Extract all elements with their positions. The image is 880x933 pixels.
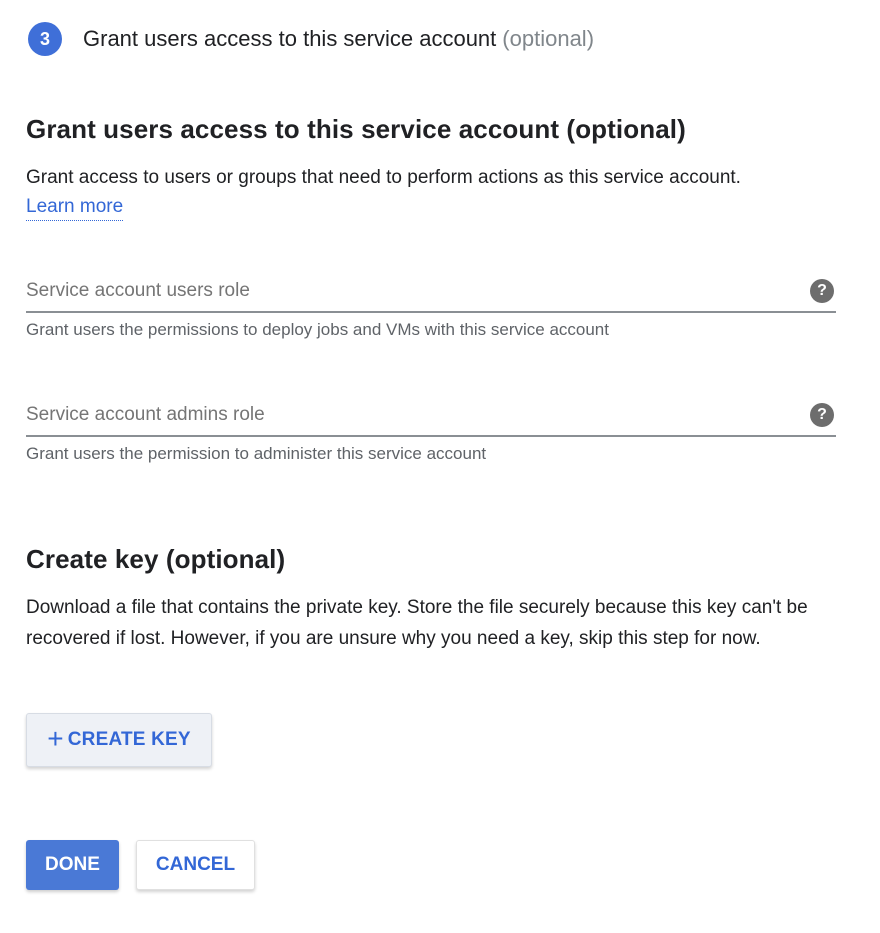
step-number-badge: 3: [28, 22, 62, 56]
create-key-label: CREATE KEY: [67, 729, 191, 750]
create-key-description: Download a file that contains the privat…: [26, 597, 808, 649]
users-role-field: ? Grant users the permissions to deploy …: [26, 275, 836, 340]
create-key-button[interactable]: + CREATE KEY: [26, 713, 212, 767]
admins-role-hint: Grant users the permission to administer…: [26, 444, 487, 463]
cancel-button[interactable]: CANCEL: [136, 840, 255, 890]
done-button[interactable]: DONE: [26, 840, 119, 890]
help-icon[interactable]: ?: [810, 403, 834, 427]
users-role-hint: Grant users the permissions to deploy jo…: [26, 320, 609, 339]
create-key-heading: Create key (optional): [26, 544, 286, 574]
step-title: Grant users access to this service accou…: [83, 26, 594, 52]
step-optional-label: (optional): [502, 26, 595, 51]
grant-section-description: Grant access to users or groups that nee…: [26, 167, 741, 188]
plus-icon: +: [47, 723, 64, 754]
admins-role-field: ? Grant users the permission to administ…: [26, 399, 836, 464]
step-header: 3 Grant users access to this service acc…: [28, 22, 594, 56]
users-role-input[interactable]: [26, 275, 786, 307]
admins-role-input[interactable]: [26, 399, 786, 431]
step-title-text: Grant users access to this service accou…: [83, 26, 497, 51]
help-icon[interactable]: ?: [810, 279, 834, 303]
admins-role-input-row: ?: [26, 399, 836, 437]
users-role-input-row: ?: [26, 275, 836, 313]
learn-more-link[interactable]: Learn more: [26, 196, 124, 221]
grant-section-heading: Grant users access to this service accou…: [26, 114, 686, 144]
